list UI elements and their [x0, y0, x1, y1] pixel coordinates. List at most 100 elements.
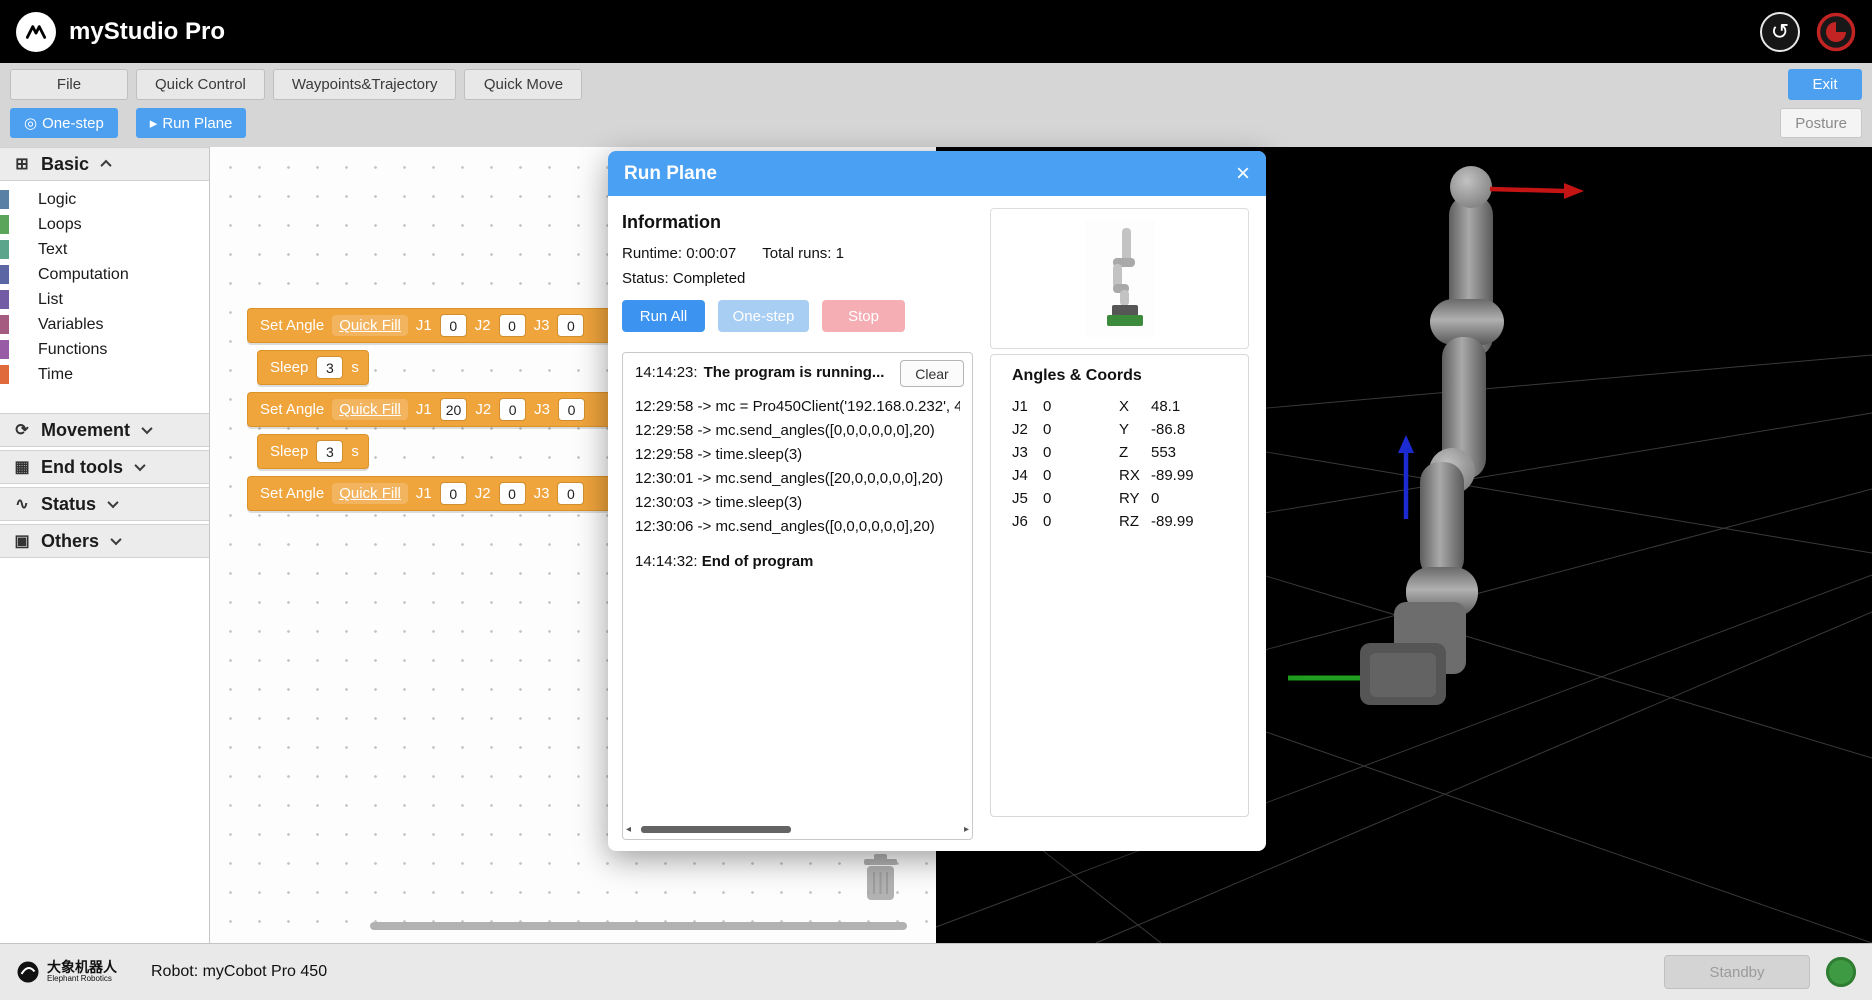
sidebar-category-basic[interactable]: ⊞ Basic: [0, 147, 209, 181]
sidebar-item-list[interactable]: List: [0, 287, 209, 312]
sidebar-item-text[interactable]: Text: [0, 237, 209, 262]
dialog-one-step-button[interactable]: One-step: [718, 300, 809, 332]
z-axis-arrowhead: [1398, 435, 1414, 453]
connection-status-indicator: [1826, 957, 1856, 987]
log-line: 12:30:06 -> mc.send_angles([0,0,0,0,0,0]…: [635, 518, 935, 535]
run-all-button[interactable]: Run All: [622, 300, 705, 332]
sidebar-category-movement[interactable]: ⟳ Movement: [0, 413, 209, 447]
log-end-time: 14:14:32:: [635, 553, 698, 570]
quick-fill-link[interactable]: Quick Fill: [332, 399, 408, 420]
coord-value: 553: [1151, 444, 1177, 461]
joint-label: J4: [1012, 467, 1028, 484]
loops-color-strip: [0, 215, 9, 234]
quick-fill-link[interactable]: Quick Fill: [332, 483, 408, 504]
sidebar-category-end-tools[interactable]: ▦ End tools: [0, 450, 209, 484]
one-step-label: One-step: [42, 114, 104, 132]
menu-item-quick-control[interactable]: Quick Control: [136, 68, 265, 100]
scroll-left-icon[interactable]: ◂: [626, 825, 631, 835]
standby-button[interactable]: Standby: [1664, 955, 1810, 989]
block-set_angle[interactable]: Set Angle Quick Fill J1 0 J2 0 J3 0: [247, 308, 627, 343]
stop-button[interactable]: Stop: [822, 300, 905, 332]
total-runs-value: Total runs: 1: [762, 245, 844, 262]
logic-color-strip: [0, 190, 9, 209]
field-input-j3[interactable]: 0: [557, 314, 585, 337]
scrollbar-thumb[interactable]: [641, 826, 791, 833]
functions-color-strip: [0, 340, 9, 359]
robot-head-sphere: [1450, 166, 1492, 208]
robot-base-plate: [1370, 653, 1436, 697]
menu-items: File Quick Control Waypoints&Trajectory Qui…: [10, 68, 583, 100]
field-input-j3[interactable]: 0: [557, 482, 585, 505]
field-input-duration[interactable]: 3: [316, 356, 344, 379]
clear-button[interactable]: Clear: [900, 360, 964, 387]
sidebar-item-functions[interactable]: Functions: [0, 337, 209, 362]
status-value: Status: Completed: [622, 270, 746, 287]
sidebar-item-variables[interactable]: Variables: [0, 312, 209, 337]
joint-label: J6: [1012, 513, 1028, 530]
block-set_angle[interactable]: Set Angle Quick Fill J1 0 J2 0 J3 0: [247, 476, 627, 511]
angles-coords-row: J3 0 Z 553: [1012, 441, 1248, 464]
x-axis-arrow: [1489, 186, 1565, 194]
titlebar: myStudio Pro ↺: [0, 0, 1872, 63]
log-start-time: 14:14:23:: [635, 364, 698, 381]
field-input-j1[interactable]: 0: [439, 314, 467, 337]
coord-label: RX: [1119, 467, 1140, 484]
brand-name-en: Elephant Robotics: [47, 974, 112, 984]
block-sleep[interactable]: Sleep 3 s: [257, 350, 369, 385]
information-heading: Information: [622, 212, 721, 232]
field-input-j1[interactable]: 0: [439, 482, 467, 505]
menu-item-file[interactable]: File: [10, 68, 128, 100]
angles-coords-row: J2 0 Y -86.8: [1012, 418, 1248, 441]
close-icon[interactable]: ×: [1236, 161, 1250, 186]
exit-button[interactable]: Exit: [1788, 68, 1862, 100]
block-label: Sleep: [270, 359, 309, 376]
posture-button[interactable]: Posture: [1780, 108, 1862, 138]
quick-fill-link[interactable]: Quick Fill: [332, 315, 408, 336]
sidebar-item-time[interactable]: Time: [0, 362, 209, 387]
field-input-duration[interactable]: 3: [316, 440, 344, 463]
field-input-j1[interactable]: 20: [439, 398, 468, 421]
field-name: J2: [474, 317, 491, 334]
sidebar-item-computation[interactable]: Computation: [0, 262, 209, 287]
log-line: 12:30:03 -> time.sleep(3): [635, 494, 803, 511]
sidebar-item-loops[interactable]: Loops: [0, 212, 209, 237]
coord-label: RY: [1119, 490, 1140, 507]
log-horizontal-scrollbar[interactable]: ◂ ▸: [626, 824, 969, 836]
sidebar-groups: ⟳ Movement ▦ End tools ∿ Status ▣ Others: [0, 413, 209, 558]
block-set_angle[interactable]: Set Angle Quick Fill J1 20 J2 0 J3 0: [247, 392, 627, 427]
field-name: J3: [533, 317, 550, 334]
app-root: myStudio Pro ↺ File Quick Control Waypoint…: [0, 0, 1872, 1000]
field-input-j2[interactable]: 0: [498, 482, 526, 505]
trash-icon[interactable]: [860, 851, 901, 909]
sidebar-category-others[interactable]: ▣ Others: [0, 524, 209, 558]
sidebar-category-status[interactable]: ∿ Status: [0, 487, 209, 521]
joint-value: 0: [1043, 490, 1052, 507]
run-plane-button[interactable]: ▸ Run Plane: [135, 108, 247, 138]
coord-label: RZ: [1119, 513, 1139, 530]
joint-label: J1: [1012, 398, 1028, 415]
record-icon[interactable]: [1816, 12, 1856, 52]
joint-value: 0: [1043, 467, 1052, 484]
field-input-j2[interactable]: 0: [498, 314, 526, 337]
time-color-strip: [0, 365, 9, 384]
sidebar-item-logic[interactable]: Logic: [0, 187, 209, 212]
menu-item-quick-move[interactable]: Quick Move: [464, 68, 583, 100]
log-start-message: The program is running...: [703, 364, 885, 381]
undo-icon[interactable]: ↺: [1760, 11, 1800, 52]
workspace-horizontal-scrollbar[interactable]: [370, 922, 907, 930]
robot-thumbnail: [1084, 220, 1155, 337]
robot-preview-card: [990, 208, 1249, 349]
block-sleep[interactable]: Sleep 3 s: [257, 434, 369, 469]
block-toolbox-sidebar: ⊞ Basic Logic Loops Text Computation List Var…: [0, 147, 210, 943]
field-input-j3[interactable]: 0: [558, 398, 585, 421]
basic-items-list: Logic Loops Text Computation List Variables Fu…: [0, 181, 209, 391]
scroll-right-icon[interactable]: ▸: [964, 825, 969, 835]
movement-icon: ⟳: [15, 422, 29, 439]
chevron-down-icon: [110, 533, 122, 546]
brand-text: 大象机器人 Elephant Robotics: [47, 959, 117, 984]
robot-link-lower: [1420, 462, 1464, 579]
field-unit: s: [351, 359, 359, 376]
field-input-j2[interactable]: 0: [499, 398, 527, 421]
one-step-button[interactable]: ◎ One-step: [10, 108, 118, 138]
menu-item-waypoints-trajectory[interactable]: Waypoints&Trajectory: [272, 68, 457, 100]
